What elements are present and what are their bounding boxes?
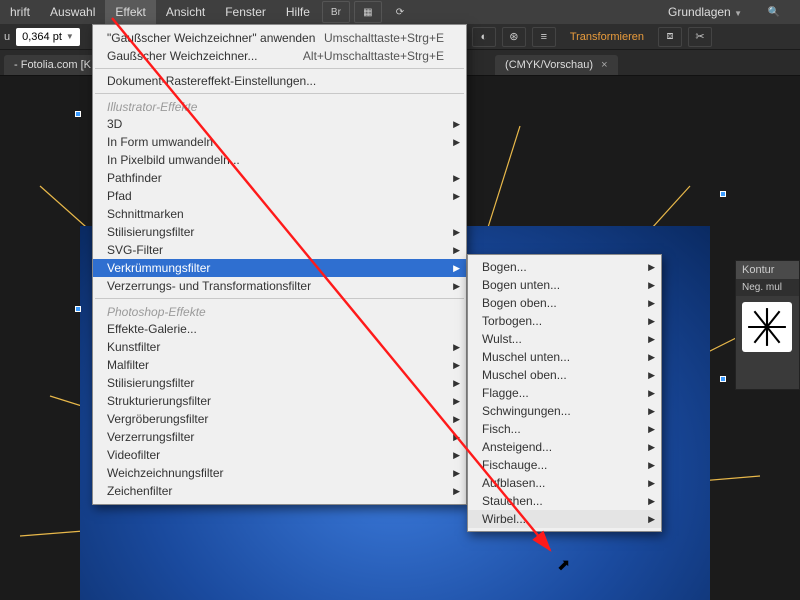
arrange-icon[interactable]: ▦	[354, 1, 382, 23]
menu-item[interactable]: Weichzeichnungsfilter▶	[93, 464, 466, 482]
menu-item-effect[interactable]: Effekt	[105, 0, 155, 24]
menu-item-select[interactable]: Auswahl	[40, 0, 105, 24]
doc-tab-2[interactable]: (CMYK/Vorschau)×	[495, 55, 617, 75]
menu-item-type[interactable]: hrift	[0, 0, 40, 24]
menu-item[interactable]: Effekte-Galerie...	[93, 320, 466, 338]
menu-item[interactable]: 3D▶	[93, 115, 466, 133]
menu-item-view[interactable]: Ansicht	[156, 0, 215, 24]
graphic-style-swatch[interactable]	[742, 302, 792, 352]
menu-item-window[interactable]: Fenster	[215, 0, 276, 24]
doc-tab-1[interactable]: - Fotolia.com [K	[4, 55, 101, 75]
gpu-icon[interactable]: ⟳	[386, 1, 414, 23]
menu-item[interactable]: Muschel oben...▶	[468, 366, 661, 384]
menu-last-settings[interactable]: Gaußscher Weichzeichner...Alt+Umschaltta…	[93, 47, 466, 65]
menu-item[interactable]: Strukturierungsfilter▶	[93, 392, 466, 410]
section-photoshop: Photoshop-Effekte	[93, 302, 466, 320]
anchor-point[interactable]	[75, 306, 81, 312]
menu-item[interactable]: Verkrümmungsfilter▶	[93, 259, 466, 277]
menu-item[interactable]: Bogen unten...▶	[468, 276, 661, 294]
stroke-weight-input[interactable]: 0,364 pt▼	[16, 28, 80, 46]
menu-item[interactable]: Vergröberungsfilter▶	[93, 410, 466, 428]
align-icon[interactable]: ≡	[532, 27, 556, 47]
menu-item[interactable]: Kunstfilter▶	[93, 338, 466, 356]
menu-item-help[interactable]: Hilfe	[276, 0, 320, 24]
anchor-point[interactable]	[75, 111, 81, 117]
opacity-icon[interactable]: ◐	[472, 27, 496, 47]
close-icon[interactable]: ×	[601, 59, 607, 71]
menu-raster-settings[interactable]: Dokument-Rastereffekt-Einstellungen...	[93, 72, 466, 90]
menu-item[interactable]: Fisch...▶	[468, 420, 661, 438]
menu-item[interactable]: Verzerrungs- und Transformationsfilter▶	[93, 277, 466, 295]
ctrl-fragment: u	[4, 31, 10, 43]
recolor-icon[interactable]: ⊛	[502, 27, 526, 47]
anchor-point[interactable]	[720, 191, 726, 197]
blend-mode-fragment[interactable]: Neg. mul	[736, 279, 799, 296]
menu-item[interactable]: SVG-Filter▶	[93, 241, 466, 259]
anchor-point[interactable]	[720, 376, 726, 382]
section-illustrator: Illustrator-Effekte	[93, 97, 466, 115]
menu-item[interactable]: In Pixelbild umwandeln...	[93, 151, 466, 169]
menu-item[interactable]: Wirbel...▶	[468, 510, 661, 528]
menu-item[interactable]: Pathfinder▶	[93, 169, 466, 187]
bridge-icon[interactable]: Br	[322, 1, 350, 23]
menu-item[interactable]: Stilisierungsfilter▶	[93, 223, 466, 241]
warp-submenu: Bogen...▶Bogen unten...▶Bogen oben...▶To…	[467, 254, 662, 532]
menu-item[interactable]: Zeichenfilter▶	[93, 482, 466, 500]
menu-item[interactable]: Stauchen...▶	[468, 492, 661, 510]
menu-item[interactable]: Wulst...▶	[468, 330, 661, 348]
menu-item[interactable]: Videofilter▶	[93, 446, 466, 464]
menu-item[interactable]: In Form umwandeln▶	[93, 133, 466, 151]
menu-item[interactable]: Schwingungen...▶	[468, 402, 661, 420]
menu-item[interactable]: Ansteigend...▶	[468, 438, 661, 456]
menu-item[interactable]: Flagge...▶	[468, 384, 661, 402]
menu-item[interactable]: Verzerrungsfilter▶	[93, 428, 466, 446]
workspace-switcher[interactable]: Grundlagen ▼	[660, 5, 750, 19]
menubar: hrift Auswahl Effekt Ansicht Fenster Hil…	[0, 0, 800, 24]
menu-item[interactable]: Bogen oben...▶	[468, 294, 661, 312]
menu-apply-last[interactable]: "Gaußscher Weichzeichner" anwendenUmscha…	[93, 29, 466, 47]
menu-item[interactable]: Fischauge...▶	[468, 456, 661, 474]
panel-tab-stroke[interactable]: Kontur	[736, 261, 799, 279]
menu-item[interactable]: Pfad▶	[93, 187, 466, 205]
menu-item[interactable]: Aufblasen...▶	[468, 474, 661, 492]
menu-item[interactable]: Muschel unten...▶	[468, 348, 661, 366]
transform-label[interactable]: Transformieren	[570, 31, 644, 43]
search-icon[interactable]: 🔍	[760, 1, 788, 23]
menu-item[interactable]: Torbogen...▶	[468, 312, 661, 330]
effect-menu: "Gaußscher Weichzeichner" anwendenUmscha…	[92, 24, 467, 505]
menu-item[interactable]: Bogen...▶	[468, 258, 661, 276]
isolate-icon[interactable]: ⧈	[658, 27, 682, 47]
menu-item[interactable]: Stilisierungsfilter▶	[93, 374, 466, 392]
menu-item[interactable]: Schnittmarken	[93, 205, 466, 223]
menu-item[interactable]: Malfilter▶	[93, 356, 466, 374]
stroke-panel: Kontur Neg. mul	[735, 260, 800, 390]
clip-icon[interactable]: ✂	[688, 27, 712, 47]
